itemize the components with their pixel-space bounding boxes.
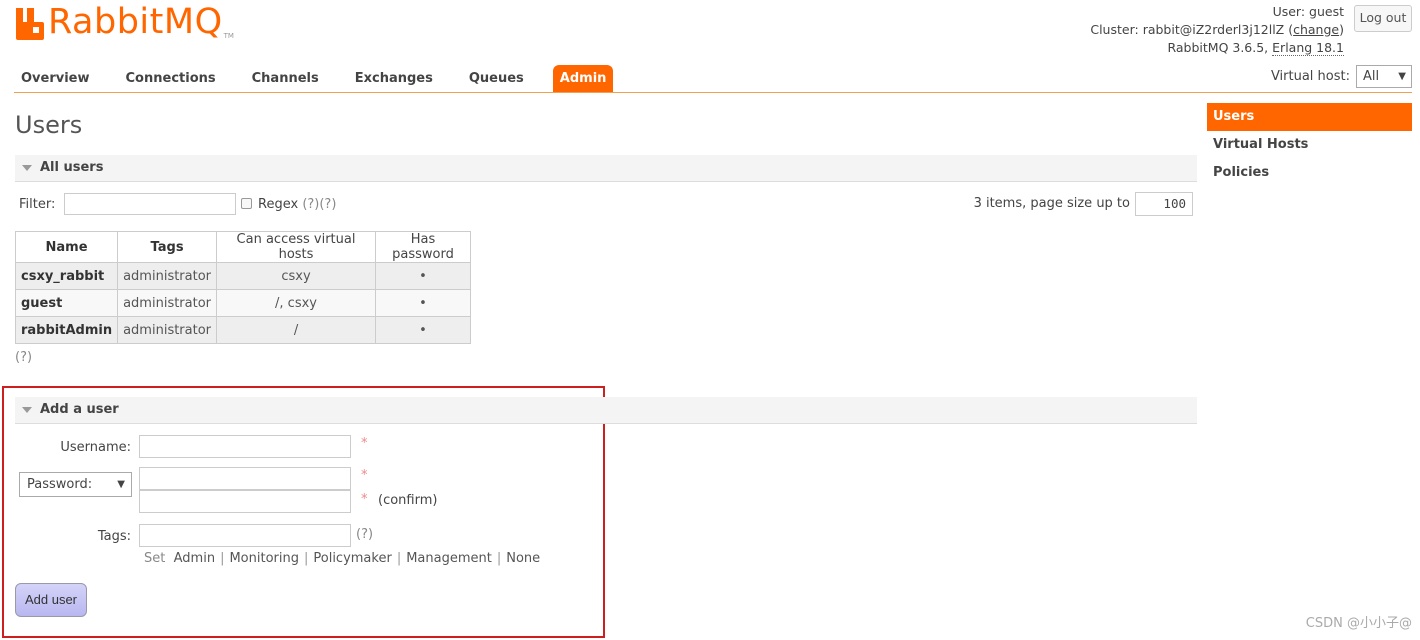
required-mark: * — [361, 436, 368, 451]
user-name-cell[interactable]: rabbitAdmin — [14, 316, 119, 344]
table-row[interactable]: csxy_rabbit administrator csxy • — [14, 262, 472, 290]
chevron-down-icon: ▼ — [117, 479, 125, 490]
chevron-down-icon: ▼ — [1398, 71, 1406, 82]
regex-help-link[interactable]: (?)(?) — [302, 197, 336, 212]
table-row[interactable]: rabbitAdmin administrator / • — [14, 316, 472, 344]
erlang-version: Erlang 18.1 — [1272, 40, 1344, 56]
tab-admin[interactable]: Admin — [552, 65, 614, 93]
filter-input[interactable] — [64, 193, 236, 215]
user-vhosts-cell: csxy — [216, 262, 377, 290]
user-tags-cell: administrator — [117, 289, 218, 317]
column-header-has-password: Has password — [375, 231, 472, 263]
regex-label: Regex — [258, 197, 299, 212]
version-line: RabbitMQ 3.6.5, Erlang 18.1 — [1090, 39, 1344, 57]
user-name-cell[interactable]: csxy_rabbit — [14, 262, 119, 290]
tags-label: Tags: — [97, 529, 131, 544]
column-header-vhosts: Can access virtual hosts — [216, 231, 377, 263]
tag-monitoring-link[interactable]: Monitoring — [229, 551, 299, 566]
tag-policymaker-link[interactable]: Policymaker — [313, 551, 391, 566]
user-label: User: — [1272, 4, 1306, 19]
confirm-label: (confirm) — [378, 493, 438, 508]
rabbitmq-logo: RabbitMQ TM — [14, 2, 234, 44]
password-confirm-input[interactable] — [139, 490, 351, 513]
add-user-title: Add a user — [40, 402, 119, 417]
user-vhosts-cell: / — [216, 316, 377, 344]
user-tags-cell: administrator — [117, 316, 218, 344]
cluster-label: Cluster: — [1090, 22, 1139, 37]
logo-trademark: TM — [223, 32, 234, 40]
side-menu-virtual-hosts[interactable]: Virtual Hosts — [1207, 131, 1412, 159]
page-size-input[interactable]: 100 — [1135, 192, 1193, 216]
password-input[interactable] — [139, 467, 351, 490]
required-mark: * — [361, 468, 368, 483]
tag-management-link[interactable]: Management — [406, 551, 492, 566]
user-password-cell: • — [375, 316, 472, 344]
filter-label: Filter: — [19, 197, 56, 212]
regex-checkbox[interactable] — [241, 198, 252, 209]
table-help-link[interactable]: (?) — [15, 350, 32, 365]
user-tags-cell: administrator — [117, 262, 218, 290]
cluster-line: Cluster: rabbit@iZ2rderl3j12llZ (change) — [1090, 22, 1344, 37]
regex-label-group: Regex (?)(?) — [258, 196, 336, 214]
column-header-tags[interactable]: Tags — [117, 231, 218, 263]
tab-underline — [14, 92, 1412, 93]
page-info: 3 items, page size up to — [973, 196, 1130, 211]
tag-none-link[interactable]: None — [506, 551, 540, 566]
user-password-cell: • — [375, 262, 472, 290]
add-user-button[interactable]: Add user — [15, 583, 87, 617]
password-mode-select[interactable]: Password: ▼ — [19, 472, 132, 497]
change-cluster-link[interactable]: change — [1293, 22, 1339, 37]
watermark: CSDN @小小子@ — [1305, 616, 1412, 631]
password-mode-value: Password: — [27, 477, 93, 492]
version-text: RabbitMQ 3.6.5, — [1167, 40, 1269, 55]
logo-wordmark: RabbitMQ — [48, 2, 223, 42]
main-tabs: Overview Connections Channels Exchanges … — [14, 65, 635, 93]
required-mark: * — [361, 492, 368, 507]
table-header-row: Name Tags Can access virtual hosts Has p… — [14, 231, 472, 263]
username-label: Username: — [60, 440, 131, 455]
collapse-triangle-icon — [22, 164, 32, 171]
tab-queues[interactable]: Queues — [462, 65, 531, 93]
username-input[interactable] — [139, 435, 351, 458]
tab-exchanges[interactable]: Exchanges — [348, 65, 440, 93]
side-menu-policies[interactable]: Policies — [1207, 159, 1412, 187]
tab-overview[interactable]: Overview — [14, 65, 97, 93]
set-label: Set — [144, 551, 166, 566]
tags-help-link[interactable]: (?) — [356, 526, 373, 544]
user-line: User: guest — [1090, 3, 1344, 21]
tag-shortcuts: Set Admin | Monitoring | Policymaker | Managem… — [144, 551, 541, 566]
logout-button[interactable]: Log out — [1354, 5, 1412, 32]
collapse-triangle-icon — [22, 406, 32, 413]
cluster-name: rabbit@iZ2rderl3j12llZ — [1142, 22, 1285, 37]
vhost-label: Virtual host: — [1270, 69, 1350, 84]
all-users-section-header[interactable]: All users — [15, 155, 1197, 182]
vhost-value: All — [1363, 69, 1380, 84]
admin-side-menu: Users Virtual Hosts Policies — [1207, 103, 1412, 187]
user-name-cell[interactable]: guest — [14, 289, 119, 317]
user-name: guest — [1309, 4, 1344, 19]
column-header-name[interactable]: Name — [14, 231, 119, 263]
tags-input[interactable] — [139, 524, 351, 547]
user-vhosts-cell: /, csxy — [216, 289, 377, 317]
users-table: Name Tags Can access virtual hosts Has p… — [14, 231, 472, 344]
page-title: Users — [15, 111, 83, 139]
user-info: User: guest Cluster: rabbit@iZ2rderl3j12… — [1090, 3, 1344, 57]
add-user-section-header[interactable]: Add a user — [15, 397, 1197, 424]
tag-admin-link[interactable]: Admin — [174, 551, 215, 566]
vhost-select[interactable]: All ▼ — [1356, 65, 1412, 88]
tab-connections[interactable]: Connections — [119, 65, 223, 93]
side-menu-users[interactable]: Users — [1207, 103, 1412, 131]
all-users-title: All users — [40, 160, 104, 175]
user-password-cell: • — [375, 289, 472, 317]
tab-channels[interactable]: Channels — [245, 65, 326, 93]
rabbit-logo-icon — [16, 8, 44, 40]
table-row[interactable]: guest administrator /, csxy • — [14, 289, 472, 317]
